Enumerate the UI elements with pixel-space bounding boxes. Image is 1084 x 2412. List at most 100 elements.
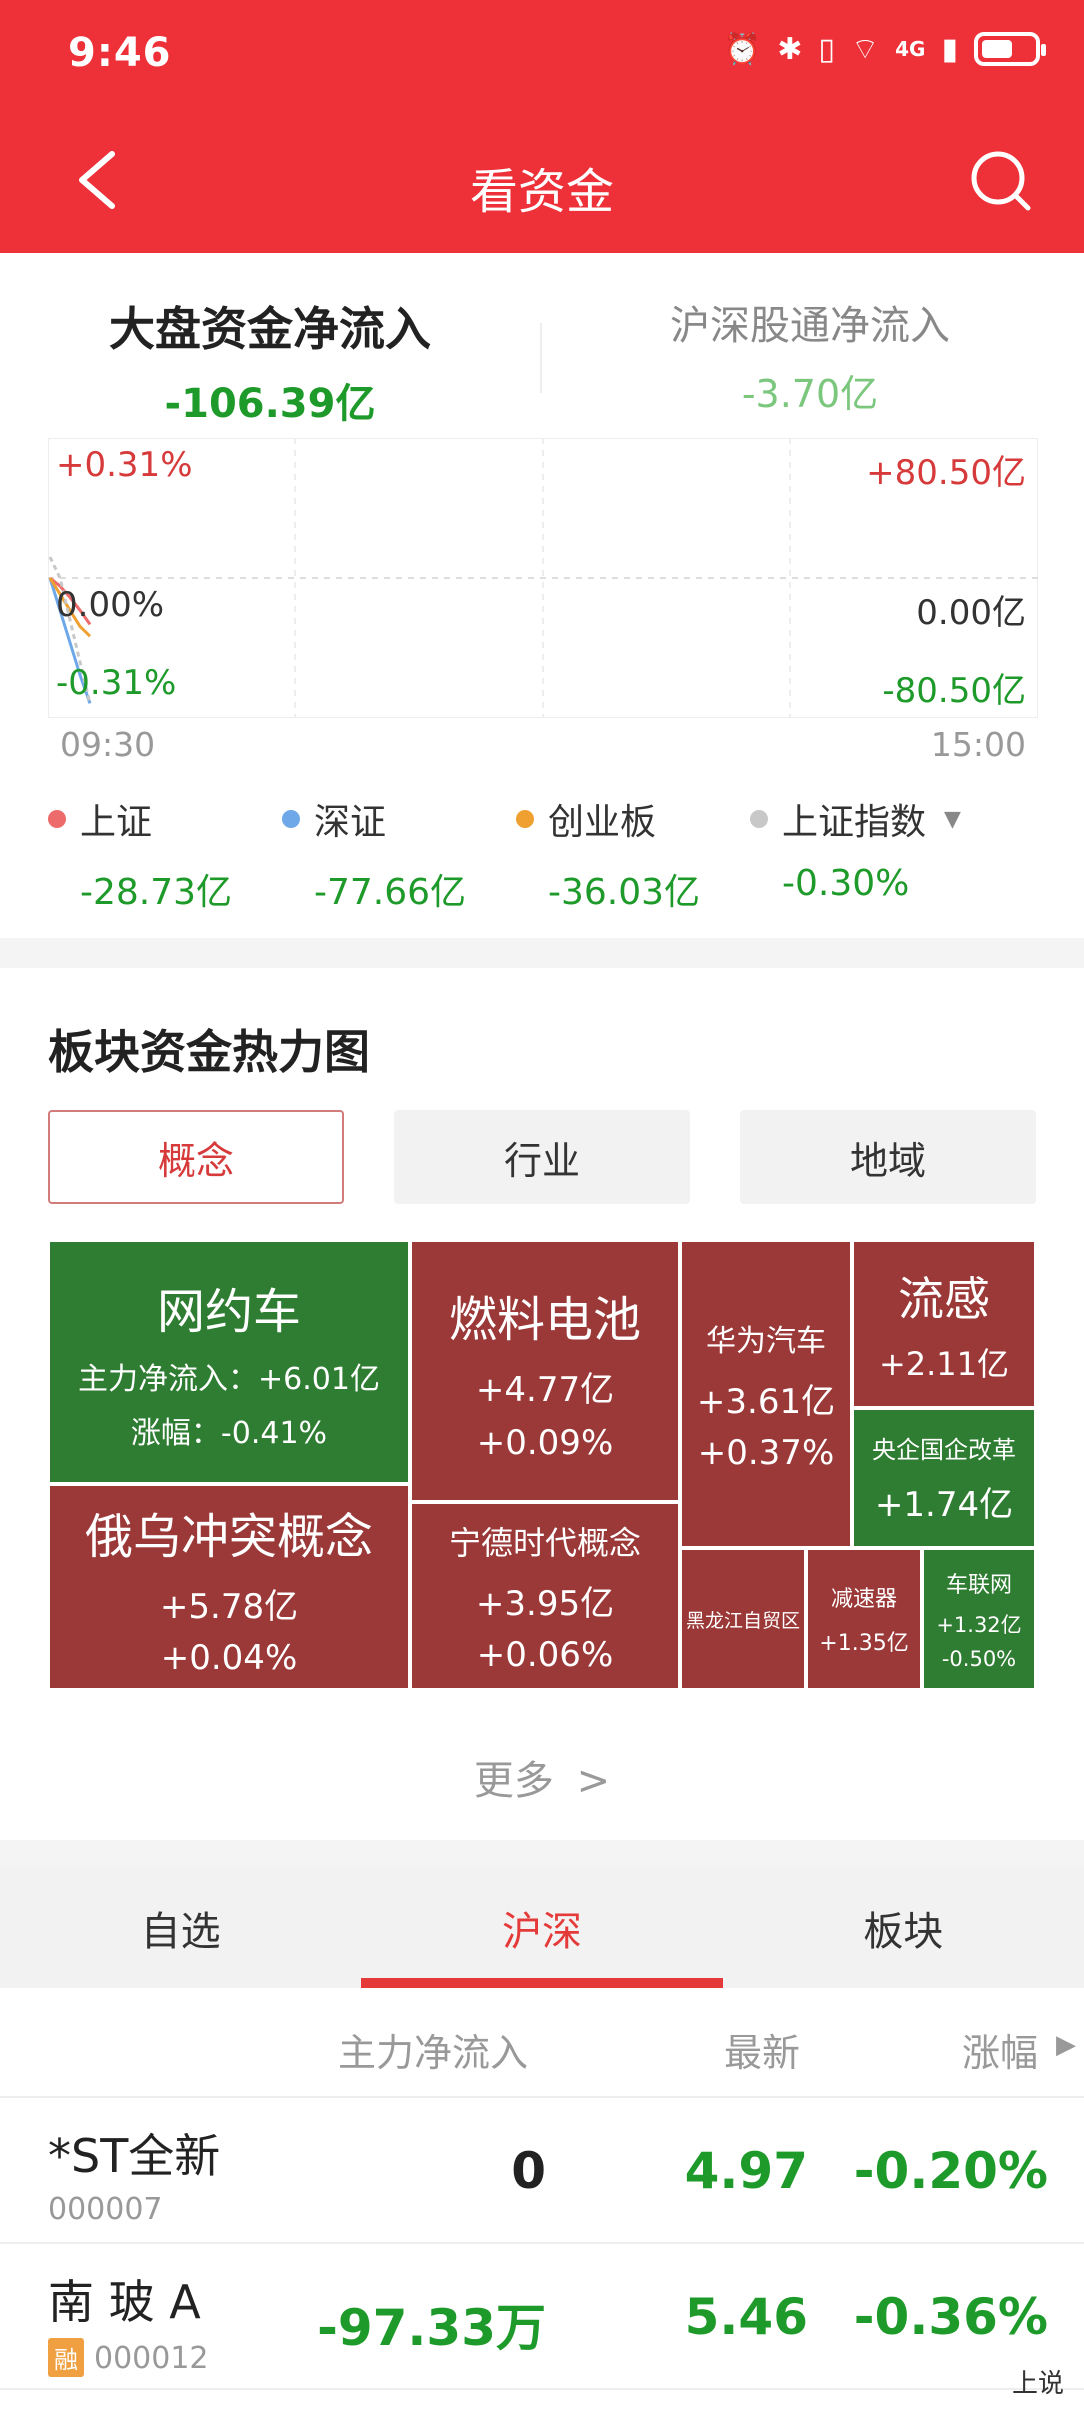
section-title: 板块资金热力图 [48,1025,370,1079]
right-axis-mid: 0.00亿 [916,593,1026,633]
segment-region[interactable]: 地域 [740,1110,1036,1204]
heatmap-tile[interactable]: 黑龙江自贸区 [680,1548,806,1690]
table-header: 主力净流入 最新 涨幅 ▶ [0,1988,1084,2098]
tab-separator [540,323,542,393]
tab-connect-flow-label: 沪深股通净流入 [670,303,950,349]
sector-heatmap-card: 板块资金热力图 概念 行业 地域 网约车 主力净流入：+6.01亿 涨幅：-0.… [0,968,1084,1840]
legend-dot [282,810,300,828]
status-icons: ⏰ ✱ ▯ ⌔ 4G ▮ [723,30,1046,68]
tile-change: +0.04% [160,1637,298,1678]
dropdown-caret-icon: ▼ [944,806,961,832]
legend-label: 深证 [314,802,387,843]
tile-change: +0.37% [697,1432,835,1473]
tile-name: 宁德时代概念 [448,1523,641,1562]
nav-bar: 看资金 [0,120,1084,240]
search-icon[interactable] [968,148,1032,212]
header-net-flow[interactable]: 主力净流入 [338,2022,528,2077]
market-flow-card: 大盘资金净流入 -106.39亿 沪深股通净流入 -3.70亿 +0.31% 0… [0,253,1084,938]
tile-flow: 主力净流入：+6.01亿 [78,1362,380,1397]
legend-value: -36.03亿 [548,872,701,913]
margin-badge: 融 [48,2338,84,2377]
stock-latest: 5.46 [684,2288,808,2346]
status-time: 9:46 [68,30,172,76]
heatmap-tile[interactable]: 减速器 +1.35亿 [806,1548,922,1690]
heatmap-tile[interactable]: 网约车 主力净流入：+6.01亿 涨幅：-0.41% [48,1240,410,1484]
heatmap-tile[interactable]: 燃料电池 +4.77亿 +0.09% [410,1240,680,1502]
alarm-icon: ⏰ [723,31,762,67]
tab-market-flow[interactable]: 大盘资金净流入 -106.39亿 [40,293,500,429]
tile-change: +0.09% [476,1422,614,1463]
tile-name: 车联网 [945,1573,1012,1598]
tile-name: 央企国企改革 [872,1436,1016,1464]
header-change[interactable]: 涨幅 [962,2022,1038,2077]
table-row[interactable]: *ST全新 000007 0 4.97 -0.20% [0,2098,1084,2244]
page-title: 看资金 [469,164,614,220]
legend-item-shanghai: 上证 -28.73亿 [48,793,298,915]
legend-label: 创业板 [548,802,657,843]
right-axis-bottom: -80.50亿 [882,671,1026,711]
tab-sectors[interactable]: 板块 [723,1868,1084,1988]
stock-flow: -97.33万 [317,2299,546,2357]
tile-flow: +4.77亿 [475,1369,615,1410]
right-axis-top: +80.50亿 [866,453,1026,493]
heatmap-tile[interactable]: 流感 +2.11亿 [852,1240,1036,1408]
stock-code: 000012 [94,2341,209,2376]
stock-change: -0.36% [853,2288,1048,2346]
battery-icon [974,32,1046,66]
tile-name: 华为汽车 [706,1323,826,1359]
legend-value: -0.30% [782,863,910,904]
heatmap-tile[interactable]: 宁德时代概念 +3.95亿 +0.06% [410,1502,680,1690]
tile-name: 黑龙江自贸区 [685,1609,800,1632]
network-label: 4G [895,37,926,61]
scroll-right-icon[interactable]: ▶ [1056,2030,1076,2060]
stock-name: 南 玻 A [48,2275,201,2329]
legend-item-index[interactable]: 上证指数 ▼ -0.30% [750,793,1050,904]
signal-icon: ▮ [941,31,958,67]
tile-change: 涨幅：-0.41% [130,1416,328,1451]
tile-flow: +1.74亿 [874,1485,1014,1525]
tile-flow: +3.95亿 [475,1583,615,1624]
tile-name: 燃料电池 [448,1291,641,1348]
table-row[interactable]: 南 玻 A 融 000012 -97.33万 5.46 -0.36% [0,2244,1084,2390]
legend-value: -28.73亿 [80,872,233,913]
tab-watchlist[interactable]: 自选 [0,1868,361,1988]
tab-sh-sz[interactable]: 沪深 [361,1868,723,1988]
stock-code: 000007 [48,2192,163,2227]
tile-name: 俄乌冲突概念 [84,1508,373,1565]
wifi-icon: ⌔ [850,32,880,67]
status-bar: 9:46 ⏰ ✱ ▯ ⌔ 4G ▮ [0,0,1084,110]
legend-dot [48,810,66,828]
left-axis-mid: 0.00% [56,585,165,625]
app-header: 9:46 ⏰ ✱ ▯ ⌔ 4G ▮ 看资金 [0,0,1084,253]
stock-name: *ST全新 [48,2129,221,2183]
tile-change: -0.50% [941,1647,1017,1671]
legend-item-chinext: 创业板 -36.03亿 [516,793,766,915]
tile-flow: +1.35亿 [819,1631,909,1656]
stock-list-card: 自选 沪深 板块 主力净流入 最新 涨幅 ▶ *ST全新 000007 0 4.… [0,1868,1084,2412]
tab-market-flow-value: -106.39亿 [164,381,376,427]
left-axis-bottom: -0.31% [56,663,177,703]
more-link[interactable]: 更多 > [0,1748,1084,1806]
list-tabs: 自选 沪深 板块 [0,1868,1084,1988]
tile-change: +0.06% [476,1634,614,1675]
segment-industry[interactable]: 行业 [394,1110,690,1204]
heatmap-tile[interactable]: 华为汽车 +3.61亿 +0.37% [680,1240,852,1548]
tab-connect-flow-value: -3.70亿 [741,372,879,416]
header-latest[interactable]: 最新 [724,2022,800,2077]
legend-value: -77.66亿 [314,872,467,913]
heatmap-tile[interactable]: 俄乌冲突概念 +5.78亿 +0.04% [48,1484,410,1690]
tab-market-flow-label: 大盘资金净流入 [109,302,431,356]
legend-label: 上证 [80,802,153,843]
tab-connect-flow[interactable]: 沪深股通净流入 -3.70亿 [580,293,1040,418]
heatmap-tile[interactable]: 车联网 +1.32亿 -0.50% [922,1548,1036,1690]
stock-latest: 4.97 [684,2142,808,2200]
legend-label: 上证指数 [782,802,927,843]
bluetooth-icon: ✱ [777,31,803,67]
legend-item-shenzhen: 深证 -77.66亿 [282,793,532,915]
heatmap-tile[interactable]: 央企国企改革 +1.74亿 [852,1408,1036,1548]
segment-concept[interactable]: 概念 [48,1110,344,1204]
tile-flow: +1.32亿 [936,1613,1022,1637]
tile-name: 流感 [898,1272,990,1326]
legend-dot [516,810,534,828]
watermark: 上说 [1011,2369,1064,2399]
